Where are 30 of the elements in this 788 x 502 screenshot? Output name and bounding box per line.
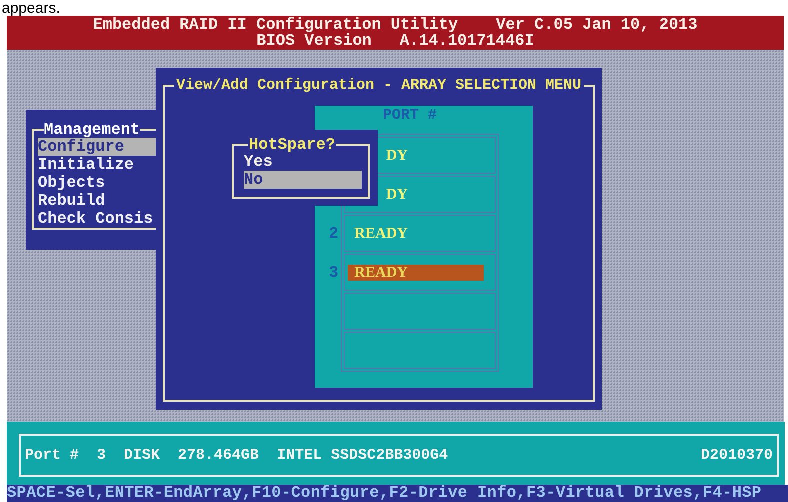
port-header: PORT # [383,108,438,124]
port-slot[interactable] [344,332,496,369]
window-title: Embedded RAID II Configuration Utility [93,17,458,33]
serial-number: D2010370 [700,447,773,464]
popup-option[interactable]: No [244,171,362,189]
port-status: DY [385,148,408,164]
menu-item[interactable]: Configure [38,138,156,156]
port-status: DY [385,187,408,203]
port-number: 3 [329,265,339,281]
port-status: READY [354,226,408,242]
port-number: 3 [97,447,106,464]
menu-item[interactable]: Initialize [38,156,156,174]
dialog-title: View/Add Configuration - ARRAY SELECTION MENU [175,78,583,94]
bios-version-value: A.14.10171446I [400,33,534,49]
version-text: Ver C.05 Jan 10, 2013 [496,17,698,33]
port-label: Port # [25,447,80,464]
device-type: DISK [124,447,160,464]
key-help-text: SPACE-Sel,ENTER-EndArray,F10-Configure,F2-Drive Info,F3-Virtual Drives,F4-HSP [7,485,763,502]
port-slot[interactable] [344,293,496,330]
menu-item[interactable]: Rebuild [38,192,156,210]
disk-size: 278.464GB [178,447,260,464]
popup-title: HotSpare? [248,137,336,153]
caption-text: appears. [2,1,60,16]
bios-version-label: BIOS Version [256,33,372,49]
menu-item[interactable]: Objects [38,174,156,192]
menu-title: Management [44,122,140,138]
port-number: 2 [329,226,339,242]
port-status: READY [354,265,408,281]
menu-item[interactable]: Check Consis [38,210,156,228]
disk-model: INTEL SSDSC2BB300G4 [277,447,448,464]
